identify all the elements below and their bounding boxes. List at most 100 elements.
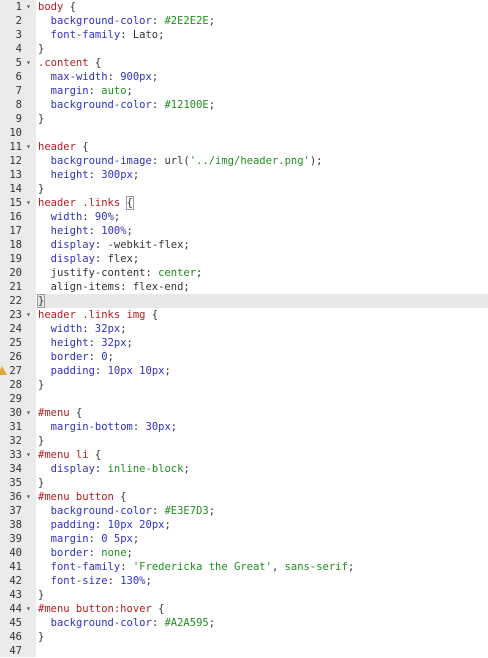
code-text[interactable]: border: 0;: [38, 350, 488, 364]
code-text[interactable]: width: 32px;: [38, 322, 488, 336]
code-line[interactable]: 2 background-color: #2E2E2E;: [0, 14, 488, 28]
code-line[interactable]: 4}: [0, 42, 488, 56]
code-line[interactable]: 17 height: 100%;: [0, 224, 488, 238]
code-text[interactable]: border: none;: [38, 546, 488, 560]
code-text[interactable]: font-family: Lato;: [38, 28, 488, 42]
code-line[interactable]: 39 margin: 0 5px;: [0, 532, 488, 546]
code-line[interactable]: 1 ▾ body {: [0, 0, 488, 14]
fold-toggle-icon[interactable]: ▾: [26, 140, 35, 154]
code-text[interactable]: font-size: 130%;: [38, 574, 488, 588]
code-line[interactable]: 10: [0, 126, 488, 140]
code-text[interactable]: header .links {: [38, 196, 488, 210]
code-text[interactable]: padding: 10px 20px;: [38, 518, 488, 532]
code-text[interactable]: max-width: 900px;: [38, 70, 488, 84]
code-line[interactable]: 25 height: 32px;: [0, 336, 488, 350]
code-text[interactable]: background-color: #A2A595;: [38, 616, 488, 630]
code-text[interactable]: margin: 0 5px;: [38, 532, 488, 546]
fold-toggle-icon[interactable]: ▾: [26, 448, 35, 462]
code-line[interactable]: 23 ▾ header .links img {: [0, 308, 488, 322]
code-text[interactable]: [38, 126, 488, 140]
code-text[interactable]: }: [38, 630, 488, 644]
code-text[interactable]: padding: 10px 10px;: [38, 364, 488, 378]
code-text[interactable]: margin-bottom: 30px;: [38, 420, 488, 434]
code-editor[interactable]: 1 ▾ body {2 background-color: #2E2E2E; 3 fo…: [0, 0, 488, 657]
code-text[interactable]: }: [38, 42, 488, 56]
code-line[interactable]: 41 font-family: 'Fredericka the Great', …: [0, 560, 488, 574]
code-text[interactable]: .content {: [38, 56, 488, 70]
code-text[interactable]: }: [38, 112, 488, 126]
code-text[interactable]: display: inline-block;: [38, 462, 488, 476]
code-line[interactable]: 31 margin-bottom: 30px;: [0, 420, 488, 434]
code-line[interactable]: 14}: [0, 182, 488, 196]
code-line[interactable]: 18 display: -webkit-flex;: [0, 238, 488, 252]
code-lines[interactable]: 1 ▾ body {2 background-color: #2E2E2E; 3 fo…: [0, 0, 488, 658]
code-text[interactable]: }: [38, 588, 488, 602]
fold-toggle-icon[interactable]: ▾: [26, 0, 35, 14]
code-line[interactable]: 38 padding: 10px 20px;: [0, 518, 488, 532]
fold-toggle-icon[interactable]: ▾: [26, 490, 35, 504]
code-line[interactable]: 13 height: 300px;: [0, 168, 488, 182]
warning-icon[interactable]: [0, 366, 7, 375]
code-text[interactable]: background-color: #2E2E2E;: [38, 14, 488, 28]
code-line[interactable]: 43}: [0, 588, 488, 602]
code-text[interactable]: display: flex;: [38, 252, 488, 266]
code-line[interactable]: 32}: [0, 434, 488, 448]
code-text[interactable]: header .links img {: [38, 308, 488, 322]
code-text[interactable]: }: [38, 476, 488, 490]
code-line[interactable]: 5 ▾ .content {: [0, 56, 488, 70]
code-text[interactable]: }: [36, 294, 488, 308]
code-line[interactable]: 44 ▾ #menu button:hover {: [0, 602, 488, 616]
code-line[interactable]: 36 ▾ #menu button {: [0, 490, 488, 504]
code-line[interactable]: 22}: [0, 294, 488, 308]
code-line[interactable]: 19 display: flex;: [0, 252, 488, 266]
code-line[interactable]: 24 width: 32px;: [0, 322, 488, 336]
code-line[interactable]: 40 border: none;: [0, 546, 488, 560]
code-text[interactable]: }: [38, 182, 488, 196]
code-text[interactable]: background-color: #E3E7D3;: [38, 504, 488, 518]
code-line[interactable]: 27 padding: 10px 10px;: [0, 364, 488, 378]
code-line[interactable]: 6 max-width: 900px;: [0, 70, 488, 84]
code-text[interactable]: display: -webkit-flex;: [38, 238, 488, 252]
code-line[interactable]: 46}: [0, 630, 488, 644]
code-text[interactable]: background-image: url('../img/header.png…: [38, 154, 488, 168]
code-line[interactable]: 29: [0, 392, 488, 406]
code-text[interactable]: justify-content: center;: [38, 266, 488, 280]
code-line[interactable]: 42 font-size: 130%;: [0, 574, 488, 588]
code-line[interactable]: 7 margin: auto;: [0, 84, 488, 98]
fold-toggle-icon[interactable]: ▾: [26, 56, 35, 70]
code-line[interactable]: 16 width: 90%;: [0, 210, 488, 224]
fold-toggle-icon[interactable]: ▾: [26, 308, 35, 322]
code-text[interactable]: font-family: 'Fredericka the Great', san…: [38, 560, 488, 574]
code-text[interactable]: [38, 644, 488, 658]
code-text[interactable]: header {: [38, 140, 488, 154]
code-line[interactable]: 45 background-color: #A2A595;: [0, 616, 488, 630]
code-line[interactable]: 12 background-image: url('../img/header.…: [0, 154, 488, 168]
code-line[interactable]: 21 align-items: flex-end;: [0, 280, 488, 294]
fold-toggle-icon[interactable]: ▾: [26, 602, 35, 616]
code-line[interactable]: 37 background-color: #E3E7D3;: [0, 504, 488, 518]
fold-toggle-icon[interactable]: ▾: [26, 406, 35, 420]
code-line[interactable]: 3 font-family: Lato;: [0, 28, 488, 42]
code-text[interactable]: [38, 392, 488, 406]
code-text[interactable]: #menu {: [38, 406, 488, 420]
code-line[interactable]: 26 border: 0;: [0, 350, 488, 364]
code-text[interactable]: }: [38, 378, 488, 392]
code-line[interactable]: 30 ▾ #menu {: [0, 406, 488, 420]
code-line[interactable]: 47: [0, 644, 488, 658]
code-text[interactable]: #menu button {: [38, 490, 488, 504]
code-line[interactable]: 33 ▾ #menu li {: [0, 448, 488, 462]
code-text[interactable]: height: 100%;: [38, 224, 488, 238]
code-line[interactable]: 34 display: inline-block;: [0, 462, 488, 476]
code-text[interactable]: #menu button:hover {: [38, 602, 488, 616]
code-line[interactable]: 8 background-color: #12100E;: [0, 98, 488, 112]
code-text[interactable]: #menu li {: [38, 448, 488, 462]
code-text[interactable]: }: [38, 434, 488, 448]
fold-toggle-icon[interactable]: ▾: [26, 196, 35, 210]
code-line[interactable]: 20 justify-content: center;: [0, 266, 488, 280]
code-text[interactable]: height: 32px;: [38, 336, 488, 350]
code-text[interactable]: body {: [38, 0, 488, 14]
code-text[interactable]: background-color: #12100E;: [38, 98, 488, 112]
code-text[interactable]: align-items: flex-end;: [38, 280, 488, 294]
code-line[interactable]: 35}: [0, 476, 488, 490]
code-line[interactable]: 28}: [0, 378, 488, 392]
